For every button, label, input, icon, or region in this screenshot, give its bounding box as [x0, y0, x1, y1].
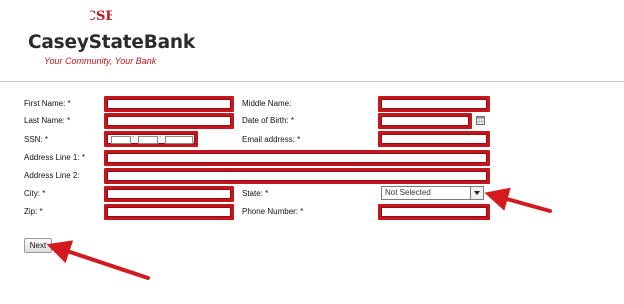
arrow-to-next-button — [46, 240, 150, 280]
arrow-to-state-select — [484, 187, 552, 213]
annotation-arrows — [46, 187, 552, 280]
